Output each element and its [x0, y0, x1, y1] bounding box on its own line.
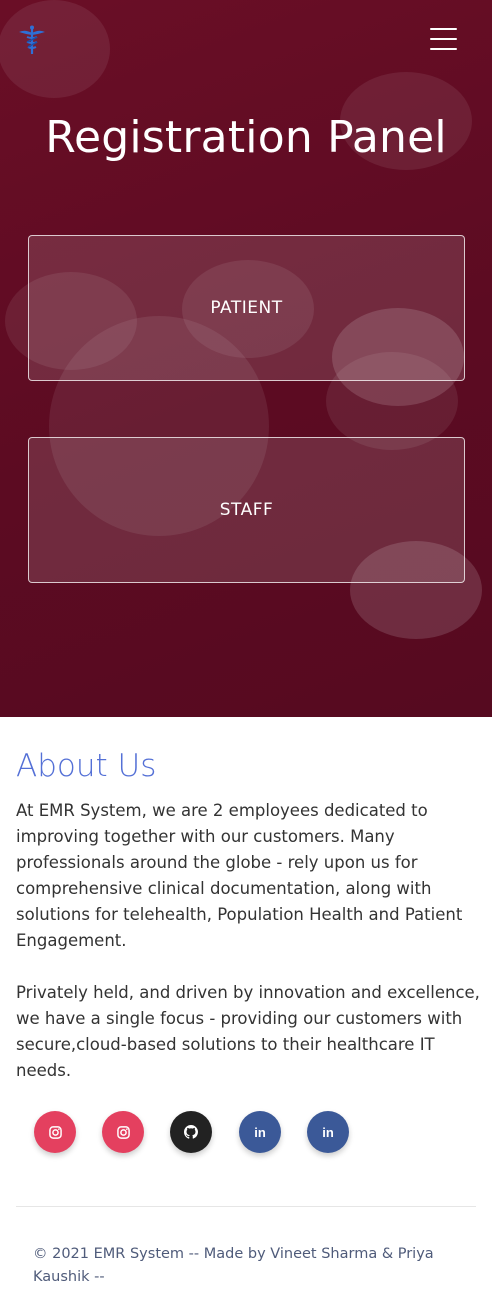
instagram-link[interactable]: [102, 1111, 144, 1153]
instagram-link[interactable]: [34, 1111, 76, 1153]
about-paragraph: At EMR System, we are 2 employees dedica…: [16, 801, 463, 950]
hamburger-menu-icon: [430, 48, 457, 50]
about-heading: About Us: [16, 748, 157, 784]
about-paragraph: Privately held, and driven by innovation…: [16, 983, 480, 1080]
footer-divider: [16, 1206, 476, 1207]
menu-button[interactable]: [428, 26, 458, 52]
linkedin-link[interactable]: in: [307, 1111, 349, 1153]
about-section: About Us At EMR System, we are 2 employe…: [16, 748, 481, 1084]
linkedin-link[interactable]: in: [239, 1111, 281, 1153]
instagram-icon: [48, 1125, 62, 1139]
linkedin-icon: in: [322, 1124, 334, 1140]
patient-button[interactable]: PATIENT: [28, 235, 465, 381]
github-link[interactable]: [170, 1111, 212, 1153]
caduceus-icon[interactable]: [18, 24, 46, 56]
github-icon: [184, 1125, 198, 1139]
staff-button[interactable]: STAFF: [28, 437, 465, 583]
footer-copyright: © 2021 EMR System -- Made by Vineet Shar…: [33, 1246, 434, 1285]
registration-hero: Registration Panel PATIENT STAFF: [0, 0, 492, 717]
hamburger-menu-icon: [430, 28, 457, 30]
background-bubble: [0, 0, 110, 98]
linkedin-icon: in: [254, 1124, 266, 1140]
page-title: Registration Panel: [45, 112, 447, 163]
social-links: in in: [34, 1111, 364, 1153]
instagram-icon: [116, 1125, 130, 1139]
hamburger-menu-icon: [430, 38, 457, 40]
